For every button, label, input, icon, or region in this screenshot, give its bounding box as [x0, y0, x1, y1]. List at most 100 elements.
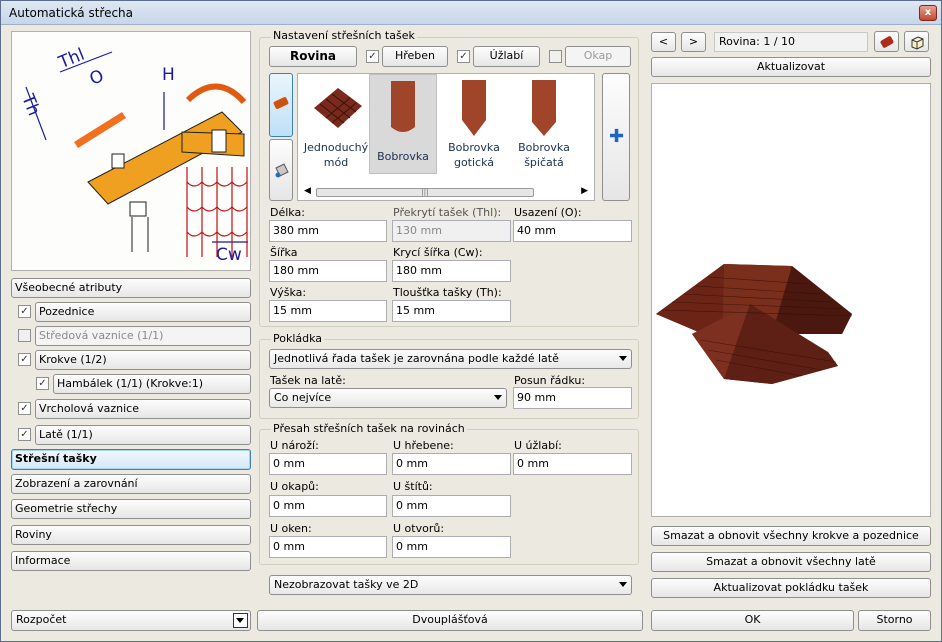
tile-jednoduchy[interactable]: Jednoduchý mód [302, 74, 370, 174]
beaver-tile-icon [391, 81, 415, 132]
tile-gallery-scrollbar[interactable]: ◀ ||| ▶ [300, 186, 592, 199]
3d-preview [651, 83, 931, 517]
tile-bobrovka-goticka[interactable]: Bobrovka gotická [440, 74, 508, 174]
tloustka-input[interactable]: 15 mm [392, 300, 511, 322]
u-stitu-input[interactable]: 0 mm [392, 495, 511, 517]
nav-stresni-tasky[interactable]: Střešní tašky [11, 449, 251, 470]
reset-battens-button[interactable]: Smazat a obnovit všechny latě [651, 552, 931, 572]
cube-icon [911, 36, 923, 50]
u-narozi-label: U nároží: [270, 439, 319, 452]
roof-diagram: Thl O Th H Cw [11, 31, 251, 271]
nav-stredova-vaznice[interactable]: Středová vaznice (1/1) [35, 326, 251, 346]
pokladka-mode-select[interactable]: Jednotlivá řada tašek je zarovnána podle… [269, 349, 632, 369]
pokladka-title: Pokládka [271, 332, 325, 345]
tile-bobrovka-goticka-label: Bobrovka gotická [448, 141, 500, 169]
nav-informace[interactable]: Informace [11, 551, 251, 571]
u-otvoru-input[interactable]: 0 mm [392, 536, 511, 558]
tile-bobrovka-label: Bobrovka [377, 150, 429, 163]
plus-icon: ✚ [609, 126, 625, 147]
label-cw: Cw [216, 245, 242, 265]
posun-input[interactable]: 90 mm [513, 387, 632, 409]
tile-jednoduchy-label: Jednoduchý mód [303, 141, 369, 169]
prekryti-label: Překrytí tašek (Thl): [393, 206, 502, 219]
scroll-thumb[interactable]: ||| [316, 188, 534, 197]
u-oken-input[interactable]: 0 mm [269, 536, 387, 558]
title-bar: Automatická střecha x [1, 1, 941, 25]
uzlabi-button[interactable]: Úžlabí [473, 46, 540, 67]
u-hrebene-input[interactable]: 0 mm [392, 453, 511, 475]
usazeni-input[interactable]: 40 mm [513, 220, 632, 242]
u-otvoru-label: U otvorů: [393, 522, 445, 535]
u-hrebene-label: U hřebene: [393, 439, 454, 452]
kryci-label: Krycí šířka (Cw): [393, 246, 483, 259]
nav-stredova-vaznice-checkbox[interactable] [18, 329, 31, 342]
okap-checkbox[interactable] [549, 50, 562, 63]
nav-krokve-checkbox[interactable]: ✓ [18, 353, 31, 366]
tile-bobrovka-spicata[interactable]: Bobrovka špičatá [510, 74, 578, 174]
u-stitu-label: U štítů: [393, 480, 433, 493]
rovina-button[interactable]: Rovina [269, 46, 357, 67]
window-title: Automatická střecha [9, 6, 134, 20]
uzlabi-checkbox[interactable]: ✓ [457, 50, 470, 63]
u-narozi-input[interactable]: 0 mm [269, 453, 387, 475]
nav-general-attributes[interactable]: Všeobecné atributy [11, 278, 251, 298]
nav-late[interactable]: Latě (1/1) [35, 425, 251, 445]
scroll-left-icon[interactable]: ◀ [304, 186, 311, 196]
sirka-input[interactable]: 180 mm [269, 260, 387, 282]
tasek-na-late-select[interactable]: Co nejvíce [269, 388, 507, 408]
nav-late-checkbox[interactable]: ✓ [18, 428, 31, 441]
vyska-input[interactable]: 15 mm [269, 300, 387, 322]
nav-hambalek[interactable]: Hambálek (1/1) (Krokve:1) [53, 374, 251, 394]
kryci-input[interactable]: 180 mm [392, 260, 511, 282]
tile-view-button[interactable] [874, 31, 899, 52]
nav-pozednice-checkbox[interactable]: ✓ [18, 305, 31, 318]
prekryti-input[interactable]: 130 mm [392, 220, 511, 242]
display-2d-select[interactable]: Nezobrazovat tašky ve 2D [269, 575, 632, 595]
update-tiling-button[interactable]: Aktualizovat pokládku tašek [651, 578, 931, 598]
nav-zobrazeni[interactable]: Zobrazení a zarovnání [11, 474, 251, 494]
reset-rafters-button[interactable]: Smazat a obnovit všechny krokve a pozedn… [651, 526, 931, 546]
vyska-label: Výška: [270, 286, 307, 299]
pokladka-mode-value: Jednotlivá řada tašek je zarovnána podle… [274, 352, 559, 365]
ok-button[interactable]: OK [651, 610, 854, 631]
tile-bobrovka[interactable]: Bobrovka [369, 74, 437, 174]
storno-button[interactable]: Storno [858, 610, 931, 631]
roof-diagram-svg: Thl O Th H Cw [17, 45, 248, 265]
u-uzlabi-input[interactable]: 0 mm [513, 453, 632, 475]
nav-hambalek-checkbox[interactable]: ✓ [36, 377, 49, 390]
display-2d-value: Nezobrazovat tašky ve 2D [274, 578, 419, 591]
nav-roviny[interactable]: Roviny [11, 525, 251, 545]
tile-category-button[interactable] [269, 73, 293, 137]
presah-title: Přesah střešních tašek na rovinách [271, 422, 467, 435]
u-okapu-input[interactable]: 0 mm [269, 495, 387, 517]
u-uzlabi-label: U úžlabí: [514, 439, 562, 452]
dvouplastova-button[interactable]: Dvouplášťová [257, 610, 643, 631]
next-plane-button[interactable]: > [681, 32, 706, 52]
update-button[interactable]: Aktualizovat [651, 57, 931, 77]
tile-gallery: Jednoduchý mód Bobrovka Bobrovka gotická… [297, 73, 595, 201]
budget-dropdown[interactable]: Rozpočet [11, 610, 251, 631]
nav-pozednice[interactable]: Pozednice [35, 302, 251, 322]
simple-tile-icon [314, 88, 362, 128]
usazeni-label: Usazení (O): [514, 206, 582, 219]
okap-button[interactable]: Okap [565, 46, 631, 67]
hreben-button[interactable]: Hřeben [382, 46, 448, 67]
prev-plane-button[interactable]: < [651, 32, 676, 52]
sirka-label: Šířka [270, 246, 298, 259]
paint-bucket-icon [275, 163, 289, 178]
delka-input[interactable]: 380 mm [269, 220, 387, 242]
dropdown-arrow-icon [233, 613, 248, 628]
hreben-checkbox[interactable]: ✓ [366, 50, 379, 63]
nav-krokve[interactable]: Krokve (1/2) [35, 350, 251, 370]
paint-category-button[interactable] [269, 139, 293, 201]
add-tile-button[interactable]: ✚ [602, 73, 630, 201]
nav-vrcholova-vaznice-checkbox[interactable]: ✓ [18, 402, 31, 415]
delka-label: Délka: [270, 206, 305, 219]
nav-geometrie[interactable]: Geometrie střechy [11, 499, 251, 519]
3d-view-button[interactable] [904, 31, 929, 52]
pointed-tile-icon [532, 80, 556, 136]
scroll-right-icon[interactable]: ▶ [581, 186, 588, 196]
nav-vrcholova-vaznice[interactable]: Vrcholová vaznice [35, 399, 251, 419]
dropdown-arrow-icon [494, 395, 502, 400]
close-button[interactable]: x [919, 5, 937, 21]
